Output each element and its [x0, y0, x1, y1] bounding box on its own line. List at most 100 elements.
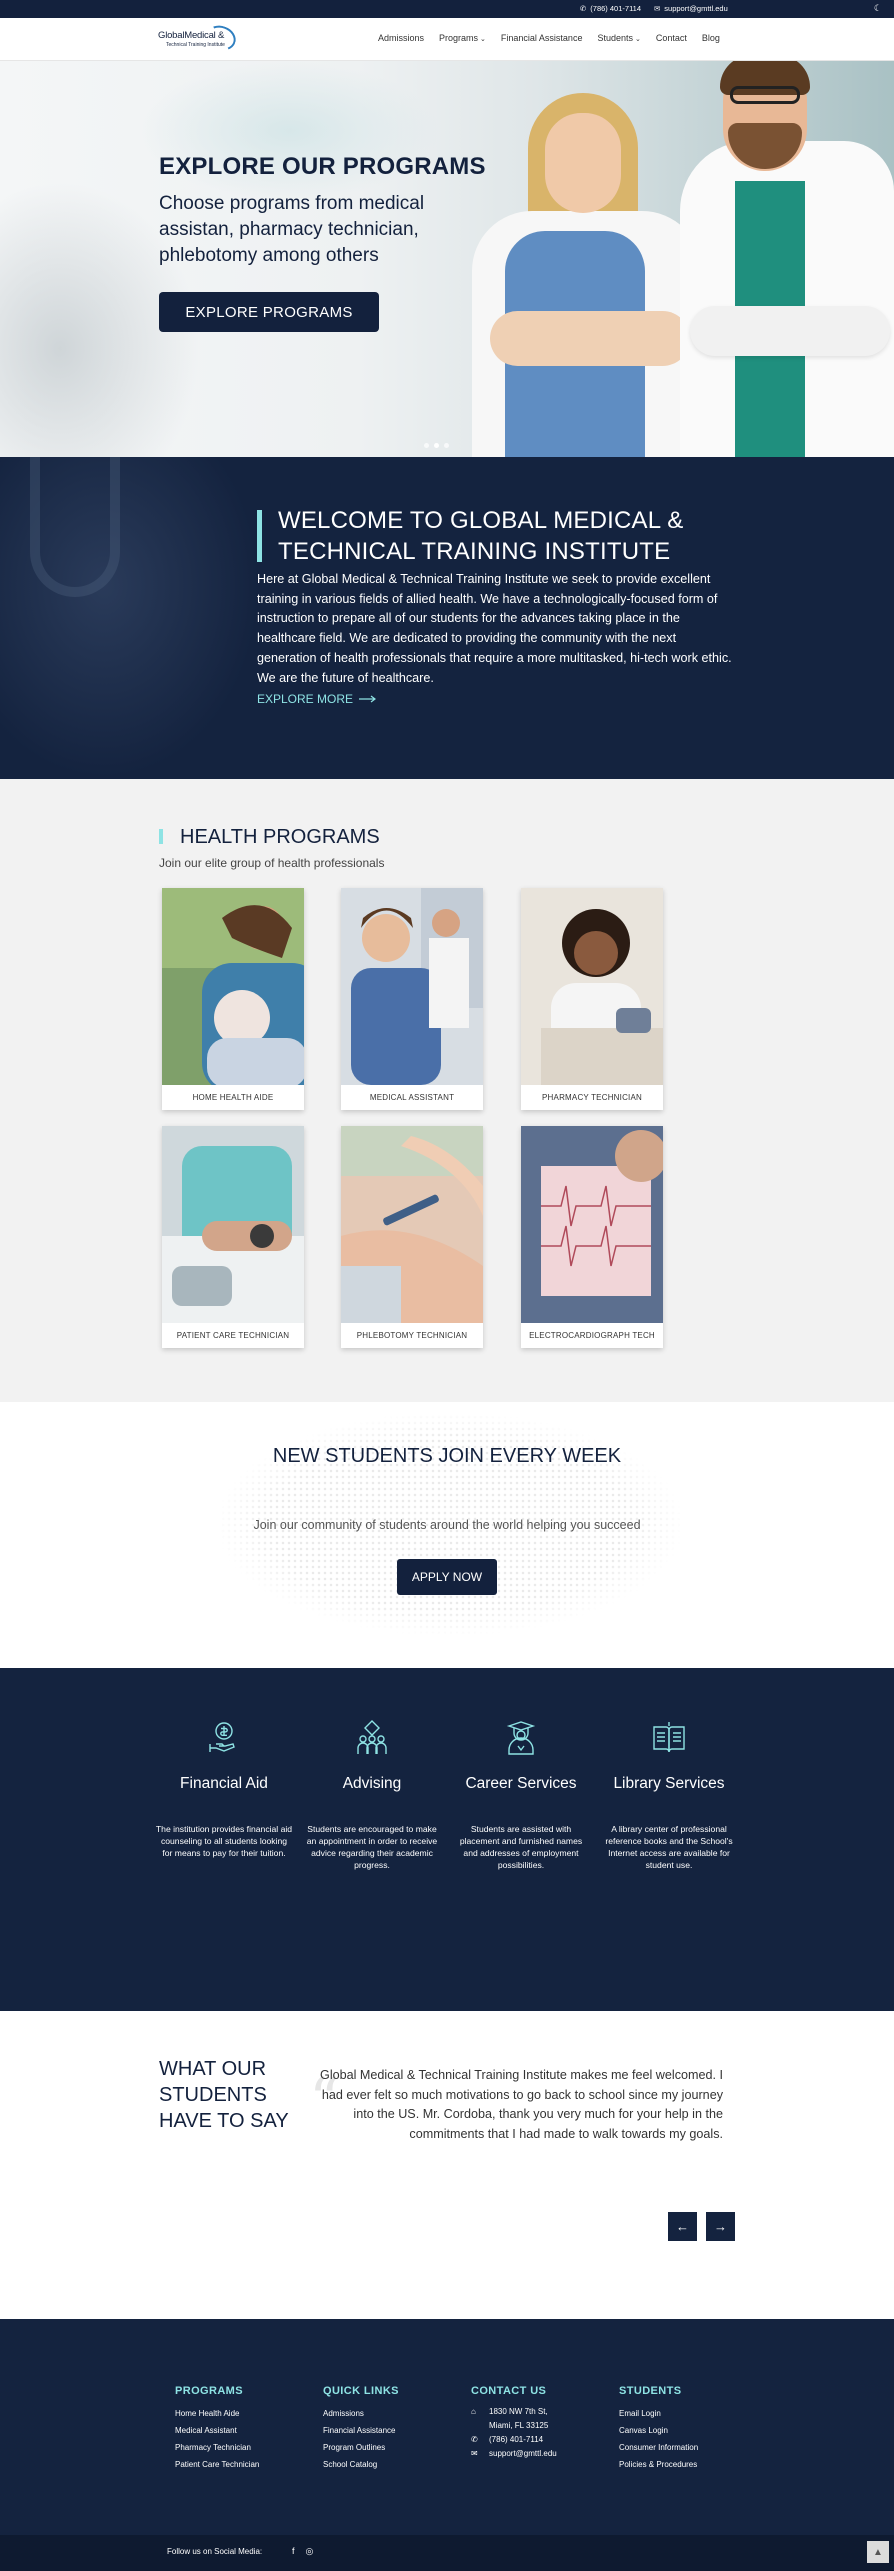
service-advising: Advising Students are encouraged to make…	[297, 1718, 447, 1871]
footer-link[interactable]: Medical Assistant	[175, 2422, 259, 2439]
slider-dot-active[interactable]	[434, 443, 439, 448]
back-to-top-button[interactable]: ▲	[867, 2541, 889, 2563]
nav-menu: Admissions Programs ⌄ Financial Assistanc…	[378, 33, 720, 43]
program-card-phlebotomy-technician[interactable]: PHLEBOTOMY TECHNICIAN	[341, 1126, 483, 1348]
program-card-pharmacy-technician[interactable]: PHARMACY TECHNICIAN	[521, 888, 663, 1110]
nav-item-students[interactable]: Students ⌄	[597, 33, 640, 43]
service-financial-aid: Financial Aid The institution provides f…	[149, 1718, 299, 1859]
slider-dot[interactable]	[424, 443, 429, 448]
program-photo	[341, 888, 483, 1085]
footer-link[interactable]: Consumer Information	[619, 2439, 698, 2456]
service-text: Students are encouraged to make an appoi…	[306, 1824, 438, 1870]
phone-icon: ✆	[580, 4, 587, 13]
join-title: NEW STUDENTS JOIN EVERY WEEK	[272, 1445, 622, 1467]
footer-link[interactable]: Canvas Login	[619, 2422, 698, 2439]
logo-name: GlobalMedical &	[158, 30, 225, 41]
services-section: Financial Aid The institution provides f…	[0, 1668, 894, 2011]
footer-address: ⌂ 1830 NW 7th St, Miami, FL 33125	[471, 2405, 557, 2433]
footer-phone-text: (786) 401-7114	[489, 2435, 544, 2444]
program-photo	[162, 888, 304, 1085]
program-photo	[162, 1126, 304, 1323]
footer-heading: QUICK LINKS	[323, 2385, 399, 2397]
program-photo	[521, 1126, 663, 1323]
arrow-right-icon	[359, 695, 377, 703]
program-card-label: PHARMACY TECHNICIAN	[542, 1093, 642, 1102]
programs-subtitle: Join our elite group of health professio…	[159, 856, 385, 870]
footer-email[interactable]: ✉ support@gmttl.edu	[471, 2447, 557, 2461]
next-testimonial-button[interactable]: →	[706, 2212, 735, 2241]
footer-bottom-bar: Follow us on Social Media: f ◎ ▲	[0, 2535, 894, 2571]
hand-dollar-icon	[209, 1722, 235, 1752]
service-title: Career Services	[465, 1775, 577, 1792]
service-library-services: Library Services A library center of pro…	[594, 1718, 744, 1871]
footer-programs: PROGRAMS Home Health Aide Medical Assist…	[175, 2385, 259, 2473]
footer-link[interactable]: Admissions	[323, 2405, 399, 2422]
address-line-2: Miami, FL 33125	[489, 2421, 549, 2430]
nav-item-label: Programs	[439, 33, 479, 43]
program-card-electrocardiograph-tech[interactable]: ELECTROCARDIOGRAPH TECH	[521, 1126, 663, 1348]
explore-more-link[interactable]: EXPLORE MORE	[257, 692, 377, 706]
footer-link[interactable]: Pharmacy Technician	[175, 2439, 259, 2456]
hero-subtitle: Choose programs from medical assistan, p…	[159, 193, 425, 266]
nav-item-contact[interactable]: Contact	[656, 33, 687, 43]
footer: PROGRAMS Home Health Aide Medical Assist…	[0, 2319, 894, 2535]
hero-title: EXPLORE OUR PROGRAMS	[159, 153, 486, 180]
main-navigation: GlobalMedical & Technical Training Insti…	[0, 18, 894, 61]
prev-testimonial-button[interactable]: ←	[668, 2212, 697, 2241]
nav-item-blog[interactable]: Blog	[702, 33, 720, 43]
slider-dots	[424, 443, 449, 448]
nav-item-financial-assistance[interactable]: Financial Assistance	[501, 33, 583, 43]
program-card-patient-care-technician[interactable]: PATIENT CARE TECHNICIAN	[162, 1126, 304, 1348]
graduate-icon	[506, 1721, 536, 1755]
slider-dot[interactable]	[444, 443, 449, 448]
site-logo[interactable]: GlobalMedical & Technical Training Insti…	[158, 21, 242, 55]
apply-now-button[interactable]: APPLY NOW	[397, 1559, 497, 1595]
address-line-1: 1830 NW 7th St,	[489, 2407, 548, 2416]
service-title: Advising	[342, 1775, 402, 1792]
program-card-medical-assistant[interactable]: MEDICAL ASSISTANT	[341, 888, 483, 1110]
envelope-icon: ✉	[654, 4, 661, 13]
footer-link[interactable]: Patient Care Technician	[175, 2456, 259, 2473]
topbar-phone[interactable]: ✆ (786) 401-7114	[580, 4, 641, 13]
footer-link[interactable]: Home Health Aide	[175, 2405, 259, 2422]
join-text: Join our community of students around th…	[253, 1518, 641, 1532]
facebook-icon[interactable]: f	[292, 2546, 295, 2557]
footer-students: STUDENTS Email Login Canvas Login Consum…	[619, 2385, 698, 2473]
program-card-label: PATIENT CARE TECHNICIAN	[176, 1331, 290, 1340]
chevron-down-icon: ⌄	[634, 36, 641, 43]
nav-item-label: Students	[597, 33, 633, 43]
hero-slider: EXPLORE OUR PROGRAMS Choose programs fro…	[0, 61, 894, 457]
footer-link[interactable]: Financial Assistance	[323, 2422, 399, 2439]
footer-contact: CONTACT US ⌂ 1830 NW 7th St, Miami, FL 33…	[471, 2385, 557, 2461]
top-bar: ✆ (786) 401-7114 ✉ support@gmttl.edu ☾	[0, 0, 894, 18]
program-card-label: PHLEBOTOMY TECHNICIAN	[356, 1331, 468, 1340]
book-icon	[653, 1722, 685, 1753]
footer-link[interactable]: Program Outlines	[323, 2439, 399, 2456]
nav-item-label: Financial Assistance	[500, 33, 583, 43]
people-advice-icon	[357, 1720, 387, 1754]
footer-link[interactable]: Policies & Procedures	[619, 2456, 698, 2473]
nav-item-label: Blog	[701, 33, 720, 43]
instagram-icon[interactable]: ◎	[306, 2546, 314, 2557]
chevron-up-icon: ▲	[873, 2546, 883, 2558]
footer-heading: PROGRAMS	[175, 2385, 243, 2397]
explore-programs-button[interactable]: EXPLORE PROGRAMS	[159, 292, 379, 332]
program-card-home-health-aide[interactable]: HOME HEALTH AIDE	[162, 888, 304, 1110]
topbar-email[interactable]: ✉ support@gmttl.edu	[654, 4, 728, 13]
dark-mode-icon[interactable]: ☾	[874, 3, 882, 14]
nav-item-programs[interactable]: Programs ⌄	[439, 33, 486, 43]
chevron-down-icon: ⌄	[480, 36, 486, 43]
service-text: Students are assisted with placement and…	[459, 1824, 583, 1870]
footer-link[interactable]: School Catalog	[323, 2456, 399, 2473]
program-card-label: HOME HEALTH AIDE	[192, 1093, 274, 1102]
topbar-email-text: support@gmttl.edu	[664, 4, 728, 13]
footer-heading: STUDENTS	[619, 2385, 682, 2397]
service-title: Library Services	[613, 1775, 725, 1792]
phone-icon: ✆	[471, 2435, 478, 2444]
program-photo	[521, 888, 663, 1085]
footer-phone[interactable]: ✆ (786) 401-7114	[471, 2433, 557, 2447]
nav-item-admissions[interactable]: Admissions	[378, 33, 424, 43]
topbar-phone-text: (786) 401-7114	[590, 4, 642, 13]
arrow-right-icon: →	[714, 2219, 727, 2234]
footer-link[interactable]: Email Login	[619, 2405, 698, 2422]
